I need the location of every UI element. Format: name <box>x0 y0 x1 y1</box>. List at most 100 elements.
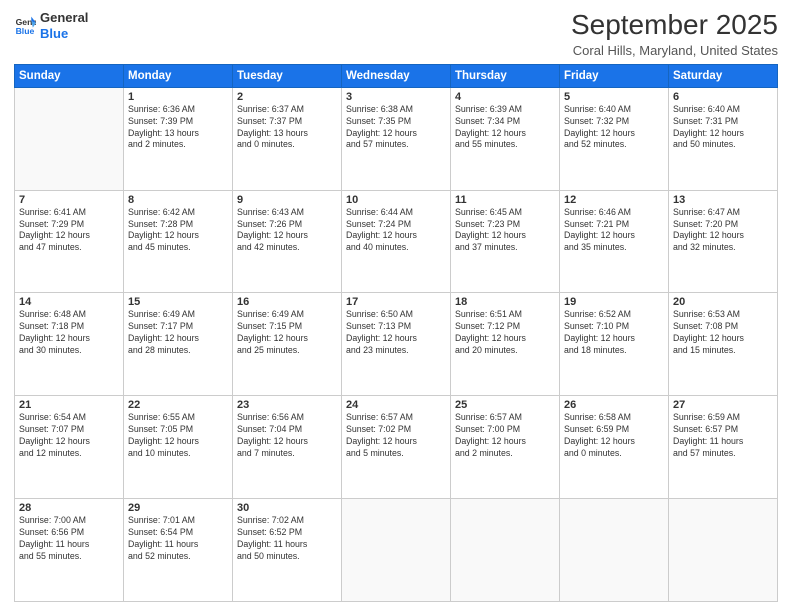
day-number: 15 <box>128 296 228 308</box>
day-number: 6 <box>673 91 773 103</box>
day-info: Sunrise: 7:01 AMSunset: 6:54 PMDaylight:… <box>128 515 228 563</box>
logo-text: General Blue <box>40 10 88 41</box>
day-number: 22 <box>128 399 228 411</box>
table-row: 8Sunrise: 6:42 AMSunset: 7:28 PMDaylight… <box>124 190 233 293</box>
day-number: 9 <box>237 194 337 206</box>
day-number: 18 <box>455 296 555 308</box>
table-row <box>15 87 124 190</box>
logo: General Blue General Blue <box>14 10 88 41</box>
table-row: 27Sunrise: 6:59 AMSunset: 6:57 PMDayligh… <box>669 396 778 499</box>
main-title: September 2025 <box>571 10 778 41</box>
day-info: Sunrise: 6:59 AMSunset: 6:57 PMDaylight:… <box>673 412 773 460</box>
table-row: 1Sunrise: 6:36 AMSunset: 7:39 PMDaylight… <box>124 87 233 190</box>
day-number: 10 <box>346 194 446 206</box>
day-info: Sunrise: 6:39 AMSunset: 7:34 PMDaylight:… <box>455 104 555 152</box>
table-row: 19Sunrise: 6:52 AMSunset: 7:10 PMDayligh… <box>560 293 669 396</box>
day-info: Sunrise: 6:58 AMSunset: 6:59 PMDaylight:… <box>564 412 664 460</box>
table-row: 26Sunrise: 6:58 AMSunset: 6:59 PMDayligh… <box>560 396 669 499</box>
day-number: 12 <box>564 194 664 206</box>
day-info: Sunrise: 6:53 AMSunset: 7:08 PMDaylight:… <box>673 309 773 357</box>
col-friday: Friday <box>560 64 669 87</box>
table-row: 29Sunrise: 7:01 AMSunset: 6:54 PMDayligh… <box>124 499 233 602</box>
day-number: 26 <box>564 399 664 411</box>
header: General Blue General Blue September 2025… <box>14 10 778 58</box>
day-info: Sunrise: 6:40 AMSunset: 7:32 PMDaylight:… <box>564 104 664 152</box>
calendar-header-row: Sunday Monday Tuesday Wednesday Thursday… <box>15 64 778 87</box>
table-row: 15Sunrise: 6:49 AMSunset: 7:17 PMDayligh… <box>124 293 233 396</box>
day-info: Sunrise: 6:40 AMSunset: 7:31 PMDaylight:… <box>673 104 773 152</box>
day-number: 4 <box>455 91 555 103</box>
table-row: 24Sunrise: 6:57 AMSunset: 7:02 PMDayligh… <box>342 396 451 499</box>
day-number: 27 <box>673 399 773 411</box>
day-info: Sunrise: 6:56 AMSunset: 7:04 PMDaylight:… <box>237 412 337 460</box>
day-info: Sunrise: 6:49 AMSunset: 7:17 PMDaylight:… <box>128 309 228 357</box>
day-number: 21 <box>19 399 119 411</box>
day-info: Sunrise: 6:36 AMSunset: 7:39 PMDaylight:… <box>128 104 228 152</box>
day-info: Sunrise: 6:37 AMSunset: 7:37 PMDaylight:… <box>237 104 337 152</box>
day-number: 1 <box>128 91 228 103</box>
day-number: 20 <box>673 296 773 308</box>
day-info: Sunrise: 6:45 AMSunset: 7:23 PMDaylight:… <box>455 207 555 255</box>
day-info: Sunrise: 6:42 AMSunset: 7:28 PMDaylight:… <box>128 207 228 255</box>
day-info: Sunrise: 6:47 AMSunset: 7:20 PMDaylight:… <box>673 207 773 255</box>
day-info: Sunrise: 6:46 AMSunset: 7:21 PMDaylight:… <box>564 207 664 255</box>
day-info: Sunrise: 6:49 AMSunset: 7:15 PMDaylight:… <box>237 309 337 357</box>
table-row: 25Sunrise: 6:57 AMSunset: 7:00 PMDayligh… <box>451 396 560 499</box>
day-info: Sunrise: 6:41 AMSunset: 7:29 PMDaylight:… <box>19 207 119 255</box>
table-row: 4Sunrise: 6:39 AMSunset: 7:34 PMDaylight… <box>451 87 560 190</box>
day-number: 29 <box>128 502 228 514</box>
table-row: 9Sunrise: 6:43 AMSunset: 7:26 PMDaylight… <box>233 190 342 293</box>
day-info: Sunrise: 6:51 AMSunset: 7:12 PMDaylight:… <box>455 309 555 357</box>
day-info: Sunrise: 6:44 AMSunset: 7:24 PMDaylight:… <box>346 207 446 255</box>
day-number: 30 <box>237 502 337 514</box>
svg-text:Blue: Blue <box>16 25 35 35</box>
day-number: 5 <box>564 91 664 103</box>
col-thursday: Thursday <box>451 64 560 87</box>
table-row: 11Sunrise: 6:45 AMSunset: 7:23 PMDayligh… <box>451 190 560 293</box>
col-wednesday: Wednesday <box>342 64 451 87</box>
calendar-week-row: 28Sunrise: 7:00 AMSunset: 6:56 PMDayligh… <box>15 499 778 602</box>
table-row: 12Sunrise: 6:46 AMSunset: 7:21 PMDayligh… <box>560 190 669 293</box>
day-info: Sunrise: 6:54 AMSunset: 7:07 PMDaylight:… <box>19 412 119 460</box>
day-number: 3 <box>346 91 446 103</box>
day-number: 23 <box>237 399 337 411</box>
table-row: 5Sunrise: 6:40 AMSunset: 7:32 PMDaylight… <box>560 87 669 190</box>
table-row <box>451 499 560 602</box>
day-number: 7 <box>19 194 119 206</box>
table-row: 16Sunrise: 6:49 AMSunset: 7:15 PMDayligh… <box>233 293 342 396</box>
table-row: 22Sunrise: 6:55 AMSunset: 7:05 PMDayligh… <box>124 396 233 499</box>
day-info: Sunrise: 7:00 AMSunset: 6:56 PMDaylight:… <box>19 515 119 563</box>
table-row <box>342 499 451 602</box>
day-number: 25 <box>455 399 555 411</box>
day-number: 13 <box>673 194 773 206</box>
day-number: 8 <box>128 194 228 206</box>
calendar-week-row: 14Sunrise: 6:48 AMSunset: 7:18 PMDayligh… <box>15 293 778 396</box>
logo-icon: General Blue <box>14 15 36 37</box>
col-saturday: Saturday <box>669 64 778 87</box>
col-tuesday: Tuesday <box>233 64 342 87</box>
page: General Blue General Blue September 2025… <box>0 0 792 612</box>
table-row: 21Sunrise: 6:54 AMSunset: 7:07 PMDayligh… <box>15 396 124 499</box>
day-info: Sunrise: 6:50 AMSunset: 7:13 PMDaylight:… <box>346 309 446 357</box>
col-sunday: Sunday <box>15 64 124 87</box>
day-number: 17 <box>346 296 446 308</box>
table-row: 14Sunrise: 6:48 AMSunset: 7:18 PMDayligh… <box>15 293 124 396</box>
day-info: Sunrise: 6:57 AMSunset: 7:02 PMDaylight:… <box>346 412 446 460</box>
day-number: 16 <box>237 296 337 308</box>
day-info: Sunrise: 6:57 AMSunset: 7:00 PMDaylight:… <box>455 412 555 460</box>
table-row: 20Sunrise: 6:53 AMSunset: 7:08 PMDayligh… <box>669 293 778 396</box>
table-row: 18Sunrise: 6:51 AMSunset: 7:12 PMDayligh… <box>451 293 560 396</box>
day-info: Sunrise: 6:55 AMSunset: 7:05 PMDaylight:… <box>128 412 228 460</box>
calendar-week-row: 1Sunrise: 6:36 AMSunset: 7:39 PMDaylight… <box>15 87 778 190</box>
table-row: 13Sunrise: 6:47 AMSunset: 7:20 PMDayligh… <box>669 190 778 293</box>
table-row: 17Sunrise: 6:50 AMSunset: 7:13 PMDayligh… <box>342 293 451 396</box>
table-row: 30Sunrise: 7:02 AMSunset: 6:52 PMDayligh… <box>233 499 342 602</box>
day-number: 14 <box>19 296 119 308</box>
day-info: Sunrise: 7:02 AMSunset: 6:52 PMDaylight:… <box>237 515 337 563</box>
table-row <box>669 499 778 602</box>
table-row: 7Sunrise: 6:41 AMSunset: 7:29 PMDaylight… <box>15 190 124 293</box>
table-row: 10Sunrise: 6:44 AMSunset: 7:24 PMDayligh… <box>342 190 451 293</box>
day-number: 2 <box>237 91 337 103</box>
day-number: 19 <box>564 296 664 308</box>
table-row: 23Sunrise: 6:56 AMSunset: 7:04 PMDayligh… <box>233 396 342 499</box>
